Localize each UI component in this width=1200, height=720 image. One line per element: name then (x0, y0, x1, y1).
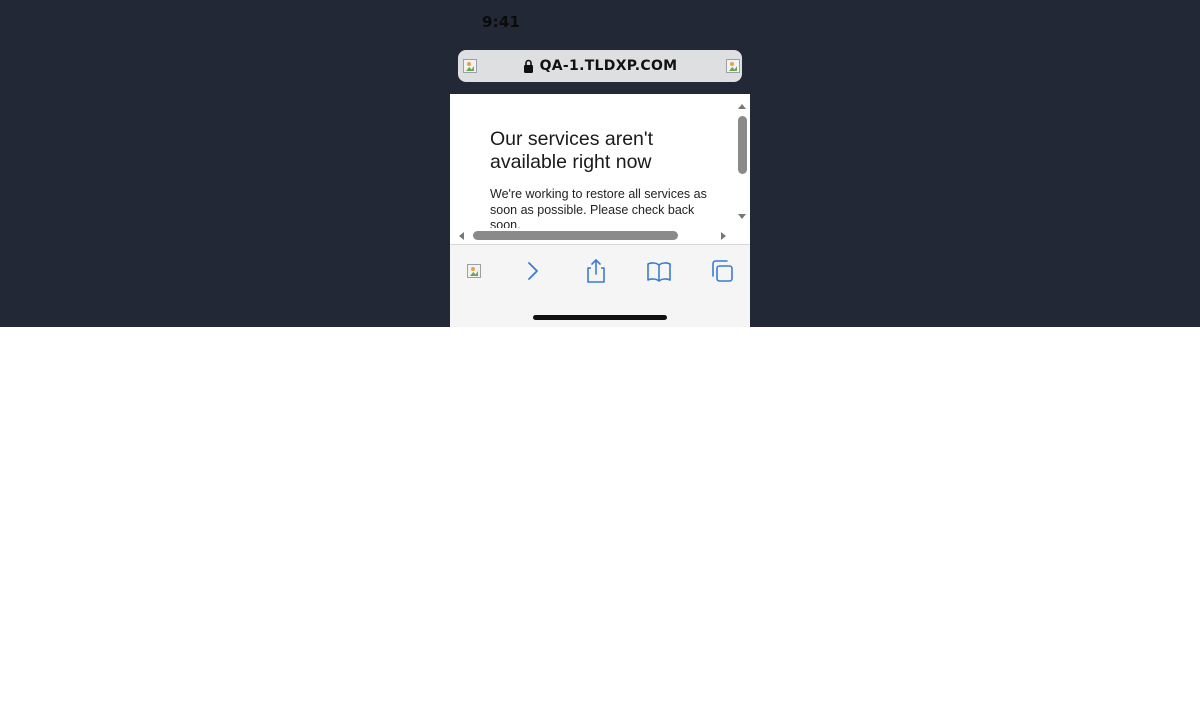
scroll-left-arrow-icon[interactable] (459, 232, 464, 240)
lock-icon (523, 59, 533, 73)
book-icon (647, 262, 671, 282)
broken-image-icon[interactable] (726, 59, 740, 73)
scroll-right-arrow-icon[interactable] (721, 232, 726, 240)
horizontal-scroll-thumb[interactable] (473, 231, 678, 240)
horizontal-scrollbar[interactable] (450, 228, 735, 244)
tabs-icon (712, 260, 733, 282)
back-button[interactable] (460, 257, 488, 285)
page-content: Our services aren't available right now … (450, 94, 735, 228)
page-message: We're working to restore all services as… (490, 187, 707, 228)
scrollbar-corner (735, 228, 750, 244)
forward-button[interactable] (519, 257, 547, 285)
bookmarks-button[interactable] (645, 257, 673, 285)
browser-toolbar (450, 244, 750, 327)
tabs-button[interactable] (708, 257, 736, 285)
status-bar-time: 9:41 (482, 13, 521, 31)
chevron-right-icon (528, 262, 538, 280)
home-indicator[interactable] (533, 315, 667, 320)
address-bar[interactable]: QA-1.TLDXP.COM (458, 50, 742, 82)
scroll-down-arrow-icon[interactable] (738, 214, 746, 219)
vertical-scroll-thumb[interactable] (738, 116, 747, 174)
address-bar-url-group[interactable]: QA-1.TLDXP.COM (458, 58, 742, 74)
share-button[interactable] (582, 257, 610, 285)
web-content-frame[interactable]: Our services aren't available right now … (450, 94, 750, 244)
vertical-scrollbar[interactable] (735, 94, 750, 228)
share-icon (587, 259, 605, 283)
url-text[interactable]: QA-1.TLDXP.COM (540, 58, 678, 74)
scroll-up-arrow-icon[interactable] (738, 104, 746, 109)
page-heading: Our services aren't available right now (490, 128, 654, 173)
broken-image-icon (467, 264, 481, 278)
